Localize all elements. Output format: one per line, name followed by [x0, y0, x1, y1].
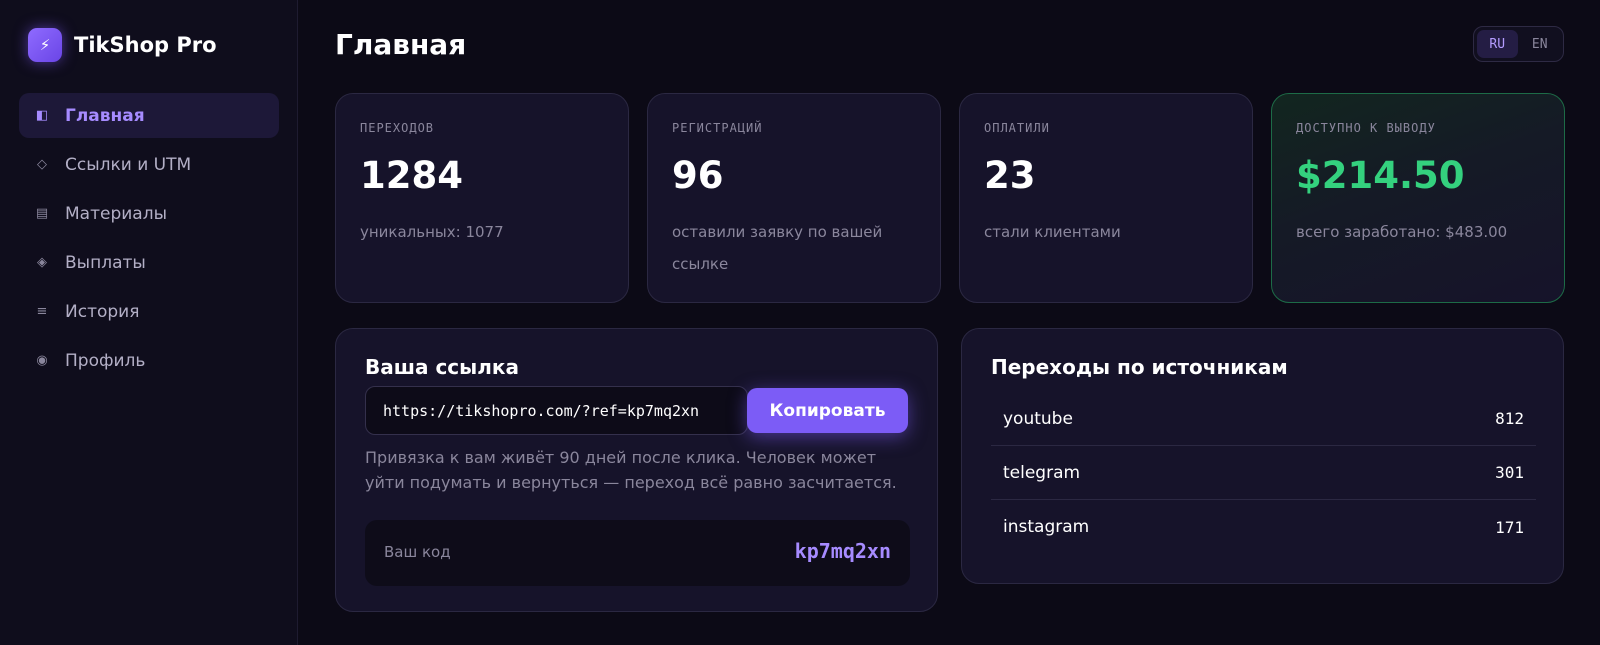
- referral-link-card: Ваша ссылка https://tikshopro.com/?ref=k…: [335, 328, 938, 612]
- sidebar-item-materials[interactable]: ▤ Материалы: [19, 191, 279, 236]
- language-en-button[interactable]: EN: [1520, 30, 1561, 58]
- stat-value: 23: [984, 154, 1036, 197]
- sidebar-item-payouts[interactable]: ◈ Выплаты: [19, 240, 279, 285]
- list-icon: ≡: [36, 304, 48, 319]
- sidebar-item-profile[interactable]: ◉ Профиль: [19, 338, 279, 383]
- brand[interactable]: ⚡ TikShop Pro: [28, 28, 217, 62]
- sidebar-nav: ◧ Главная ◇ Ссылки и UTM ▤ Материалы ◈ В…: [19, 93, 279, 387]
- sidebar-item-label: Профиль: [65, 350, 146, 371]
- referral-code-value[interactable]: kp7mq2xn: [795, 539, 891, 563]
- page-title: Главная: [335, 28, 467, 61]
- stat-value: $214.50: [1296, 154, 1465, 197]
- sidebar-item-history[interactable]: ≡ История: [19, 289, 279, 334]
- stat-value: 1284: [360, 154, 463, 197]
- copy-button[interactable]: Копировать: [747, 388, 908, 433]
- stat-label: ДОСТУПНО К ВЫВОДУ: [1296, 121, 1436, 135]
- referral-hint: Привязка к вам живёт 90 дней после клика…: [365, 448, 897, 492]
- stat-value: 96: [672, 154, 724, 197]
- diamond-filled-icon: ◈: [37, 255, 47, 270]
- lightning-icon: ⚡: [28, 28, 62, 62]
- stat-subtext: стали клиентами: [984, 223, 1121, 241]
- sidebar-item-label: История: [65, 301, 140, 322]
- stat-card-clicks: ПЕРЕХОДОВ 1284 уникальных: 1077: [335, 93, 629, 303]
- source-row: instagram 171: [991, 500, 1536, 554]
- stat-label: ОПЛАТИЛИ: [984, 121, 1050, 135]
- sidebar-item-home[interactable]: ◧ Главная: [19, 93, 279, 138]
- sources-card-title: Переходы по источникам: [991, 355, 1288, 379]
- referral-code-box: Ваш код kp7mq2xn: [365, 520, 910, 586]
- referral-code-label: Ваш код: [384, 543, 451, 561]
- source-name: youtube: [1003, 408, 1073, 429]
- user-circle-icon: ◉: [36, 353, 48, 368]
- referral-link-field[interactable]: https://tikshopro.com/?ref=kp7mq2xn: [365, 386, 748, 435]
- sources-list: youtube 812 telegram 301 instagram 171: [991, 392, 1536, 554]
- app-name: TikShop Pro: [74, 33, 217, 57]
- stat-label: РЕГИСТРАЦИЙ: [672, 121, 763, 135]
- source-name: instagram: [1003, 517, 1090, 537]
- document-icon: ▤: [35, 206, 49, 221]
- stat-card-available-payout: ДОСТУПНО К ВЫВОДУ $214.50 всего заработа…: [1271, 93, 1565, 303]
- language-switcher: RU EN: [1473, 26, 1564, 62]
- source-count: 301: [1495, 463, 1524, 482]
- stat-subtext: оставили заявку по вашей ссылке: [672, 223, 883, 273]
- sidebar: ⚡ TikShop Pro ◧ Главная ◇ Ссылки и UTM ▤…: [0, 0, 298, 645]
- stat-card-registrations: РЕГИСТРАЦИЙ 96 оставили заявку по вашей …: [647, 93, 941, 303]
- sidebar-item-links-utm[interactable]: ◇ Ссылки и UTM: [19, 142, 279, 187]
- language-ru-button[interactable]: RU: [1477, 30, 1518, 58]
- sidebar-item-label: Выплаты: [65, 252, 146, 273]
- sidebar-item-label: Материалы: [65, 203, 167, 224]
- layout-icon: ◧: [35, 108, 49, 123]
- source-name: telegram: [1003, 462, 1081, 483]
- source-row: telegram 301: [991, 446, 1536, 500]
- source-count: 812: [1495, 409, 1524, 428]
- source-count: 171: [1495, 517, 1524, 537]
- referral-card-title: Ваша ссылка: [365, 355, 519, 379]
- diamond-outline-icon: ◇: [37, 157, 47, 172]
- sidebar-item-label: Главная: [65, 105, 145, 126]
- sidebar-item-label: Ссылки и UTM: [65, 154, 192, 175]
- traffic-sources-card: Переходы по источникам youtube 812 teleg…: [961, 328, 1564, 584]
- stat-subtext: всего заработано: $483.00: [1296, 223, 1508, 241]
- source-row: youtube 812: [991, 392, 1536, 446]
- stat-label: ПЕРЕХОДОВ: [360, 121, 435, 135]
- stat-card-paid: ОПЛАТИЛИ 23 стали клиентами: [959, 93, 1253, 303]
- stat-subtext: уникальных: 1077: [360, 223, 504, 241]
